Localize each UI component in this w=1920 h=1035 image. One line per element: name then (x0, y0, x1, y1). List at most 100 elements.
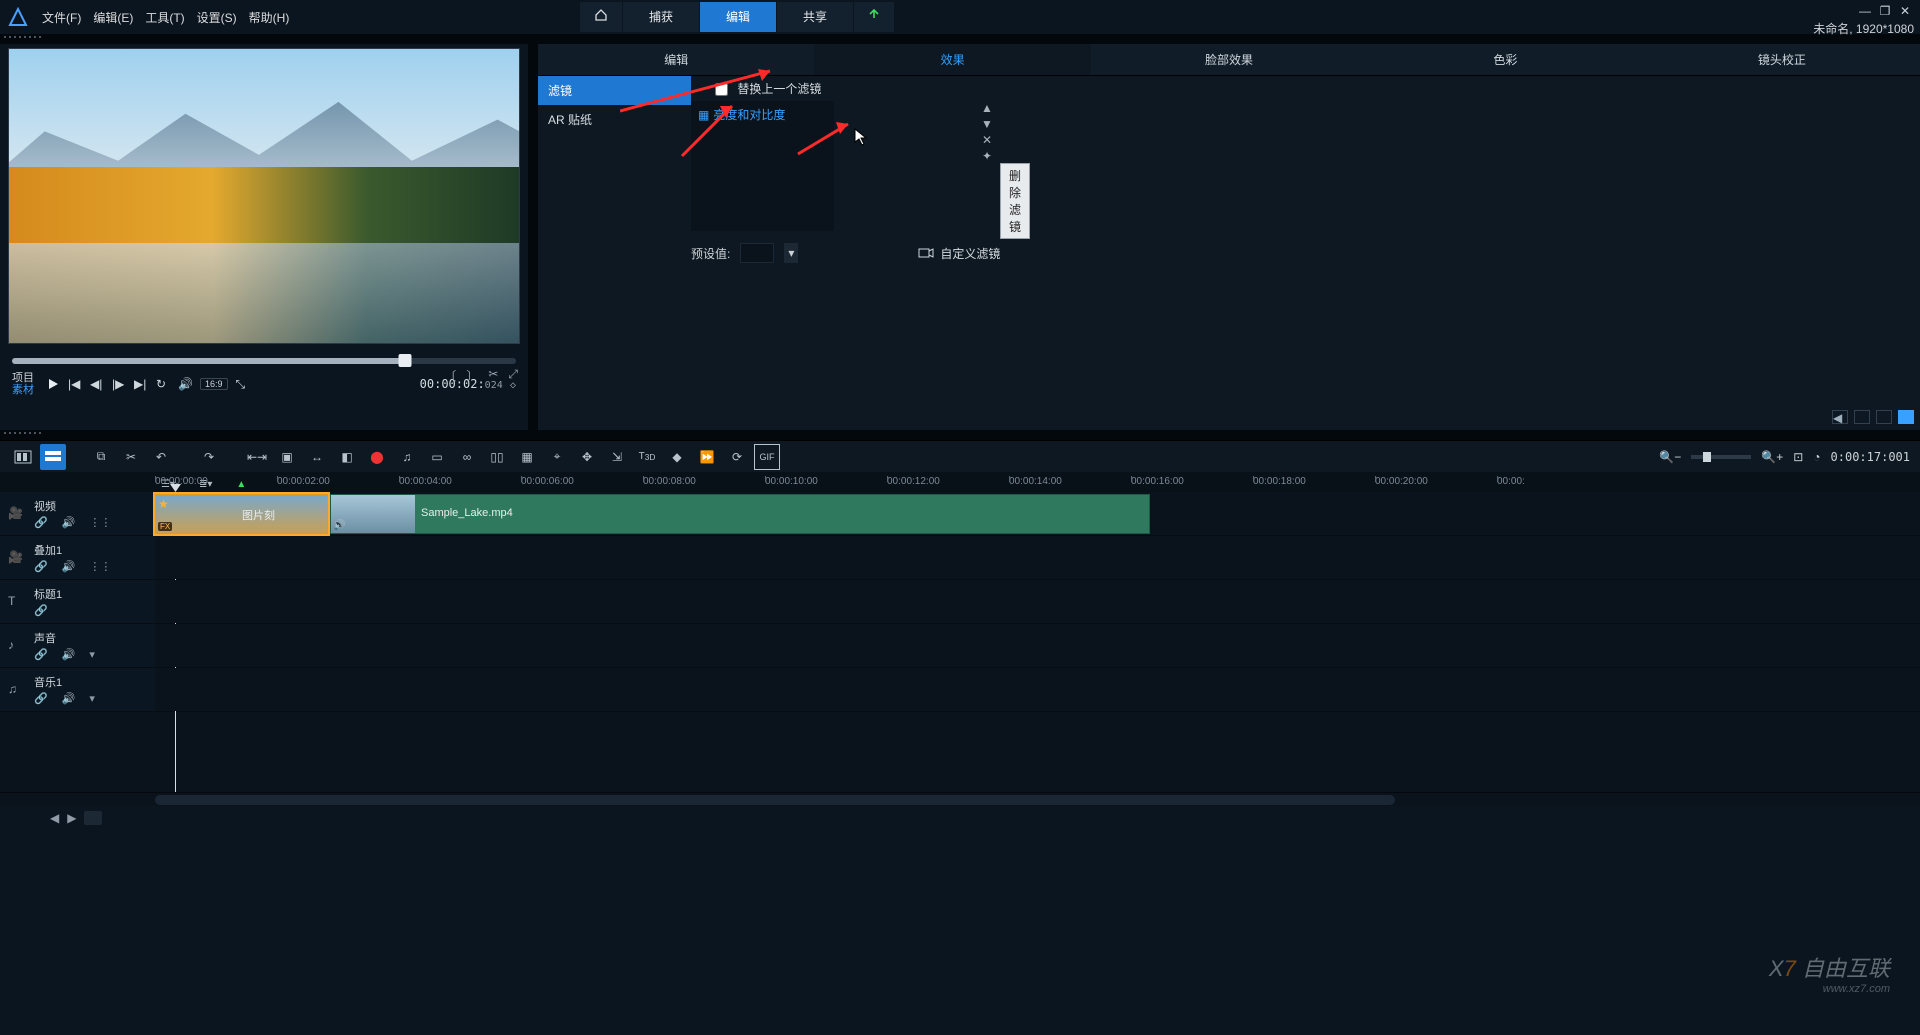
motion-icon[interactable]: ⇲ (604, 444, 630, 470)
preset-dropdown[interactable] (740, 243, 774, 263)
link-icon[interactable]: 🔗 (34, 604, 48, 617)
link-icon[interactable]: 🔗 (34, 560, 48, 573)
prev-frame-icon[interactable]: ◀| (90, 377, 104, 391)
prev-page-icon[interactable]: ◀ (50, 811, 59, 825)
clip-image[interactable]: ★ 图片刻 FX (155, 494, 328, 534)
mode-clip[interactable]: 素材 (12, 384, 34, 396)
tab-share[interactable]: 共享 (777, 2, 854, 32)
timeline-ruler[interactable]: ☰▾ ≣▾ ▲ 00:00:00:0000:00:02:0000:00:04:0… (0, 472, 1920, 492)
mark-in-icon[interactable]: 〔 (444, 367, 456, 384)
grid-icon[interactable]: ⋮⋮ (89, 516, 111, 529)
panel-gutter-mid[interactable] (0, 430, 1920, 440)
timeline-view-icon[interactable] (40, 444, 66, 470)
tab-home[interactable] (580, 2, 623, 32)
link-icon[interactable]: 🔗 (34, 692, 48, 705)
next-page-icon[interactable]: ▶ (67, 811, 76, 825)
trim-icon[interactable]: ⇤⇥ (244, 444, 270, 470)
layout-edit-icon[interactable] (1898, 410, 1914, 424)
delete-filter-icon[interactable]: ✕ (979, 133, 995, 147)
ripple-icon[interactable]: ▲ (236, 479, 246, 490)
volume-icon[interactable]: 🔊 (178, 377, 192, 391)
track-head[interactable]: T 标题1 🔗 (0, 580, 155, 623)
track-body[interactable] (155, 580, 1920, 623)
gif-icon[interactable]: GIF (754, 444, 780, 470)
mode-project[interactable]: 项目 (12, 372, 34, 384)
preset-dropdown-button[interactable]: ▾ (784, 243, 798, 263)
fit-icon[interactable]: ↔ (304, 444, 330, 470)
link-icon[interactable]: 🔗 (34, 648, 48, 661)
link-icon[interactable]: 🔗 (34, 516, 48, 529)
filter-list[interactable]: ▦ 亮度和对比度 (691, 101, 834, 231)
scroll-left-icon[interactable]: ◀ (1832, 410, 1848, 424)
record-icon[interactable]: ⬤ (364, 444, 390, 470)
zoom-slider[interactable] (1691, 455, 1751, 459)
track-body[interactable] (155, 536, 1920, 579)
clock-icon[interactable]: ◔ (1813, 450, 1820, 464)
grid-icon[interactable]: ⋮⋮ (89, 560, 111, 573)
menu-file[interactable]: 文件(F) (42, 9, 81, 26)
clip-video[interactable]: 🔊 Sample_Lake.mp4 (330, 494, 1150, 534)
replace-last-checkbox[interactable] (715, 83, 728, 96)
resample-icon[interactable]: ⟳ (724, 444, 750, 470)
vol-icon[interactable]: 🔊 (62, 692, 76, 705)
loop-icon[interactable]: ↻ (156, 377, 170, 391)
play-icon[interactable] (46, 377, 60, 391)
chain-icon[interactable]: ∞ (454, 444, 480, 470)
mark-out-icon[interactable]: 〕 (466, 367, 478, 384)
move-up-icon[interactable]: ▲ (979, 101, 995, 115)
vol-icon[interactable]: 🔊 (62, 560, 76, 573)
opt-tab-face[interactable]: 脸部效果 (1091, 44, 1367, 75)
fit-timeline-icon[interactable]: ⊡ (1793, 450, 1803, 464)
opt-tab-fx[interactable]: 效果 (814, 44, 1090, 75)
vol-icon[interactable]: 🔊 (62, 516, 76, 529)
add-page-icon[interactable] (84, 811, 102, 825)
custom-filter-label[interactable]: 自定义滤镜 (940, 245, 1000, 262)
cut-icon[interactable]: ✂ (118, 444, 144, 470)
window-restore[interactable]: ❐ (1876, 4, 1894, 18)
scrub-bar[interactable] (12, 358, 516, 364)
storyboard-view-icon[interactable] (10, 444, 36, 470)
tracking-icon[interactable]: ⌖ (544, 444, 570, 470)
go-end-icon[interactable]: ▶| (134, 377, 148, 391)
menu-tools[interactable]: 工具(T) (145, 9, 184, 26)
filter-settings-icon[interactable]: ✦ (979, 149, 995, 163)
marker-icon[interactable]: ◧ (334, 444, 360, 470)
side-item-ar[interactable]: AR 贴纸 (538, 105, 691, 134)
mixer-icon[interactable]: ♫ (394, 444, 420, 470)
zoom-out-icon[interactable]: 🔍− (1659, 450, 1681, 464)
speed-icon[interactable]: ⏩ (694, 444, 720, 470)
panel-splitter[interactable] (528, 44, 538, 430)
menu-help[interactable]: 帮助(H) (249, 9, 290, 26)
layout-b-icon[interactable] (1876, 410, 1892, 424)
track-head[interactable]: 🎥 叠加1 🔗🔊⋮⋮ (0, 536, 155, 579)
track-head[interactable]: ♪ 声音 🔗🔊▾ (0, 624, 155, 667)
grid-icon[interactable]: ▦ (514, 444, 540, 470)
filter-item-brightness[interactable]: ▦ 亮度和对比度 (692, 102, 833, 127)
timeline-scrollbar[interactable] (0, 792, 1920, 806)
more-icon[interactable]: ▾ (89, 648, 95, 661)
opt-tab-color[interactable]: 色彩 (1367, 44, 1643, 75)
panel-gutter-top[interactable] (0, 34, 1920, 44)
split-icon[interactable]: ✂ (488, 367, 498, 384)
go-start-icon[interactable]: |◀ (68, 377, 82, 391)
window-close[interactable]: ✕ (1896, 4, 1914, 18)
snapshot-icon[interactable]: ▣ (274, 444, 300, 470)
menu-settings[interactable]: 设置(S) (197, 9, 237, 26)
menu-edit[interactable]: 编辑(E) (93, 9, 133, 26)
tab-capture[interactable]: 捕获 (623, 2, 700, 32)
expand-icon[interactable]: ⤢ (508, 367, 518, 384)
mask-icon[interactable]: ◆ (664, 444, 690, 470)
layout-a-icon[interactable] (1854, 410, 1870, 424)
zoom-in-icon[interactable]: 🔍+ (1761, 450, 1783, 464)
redo-icon[interactable]: ↷ (196, 444, 222, 470)
tab-upload[interactable] (854, 2, 895, 32)
track-body[interactable] (155, 624, 1920, 667)
subtitle-icon[interactable]: ▭ (424, 444, 450, 470)
opt-tab-edit[interactable]: 编辑 (538, 44, 814, 75)
aspect-ratio[interactable]: 16:9 (200, 378, 228, 390)
track-body[interactable] (155, 668, 1920, 711)
next-frame-icon[interactable]: |▶ (112, 377, 126, 391)
t3d-icon[interactable]: T3D (634, 444, 660, 470)
move-down-icon[interactable]: ▼ (979, 117, 995, 131)
custom-filter-icon[interactable] (918, 246, 934, 260)
